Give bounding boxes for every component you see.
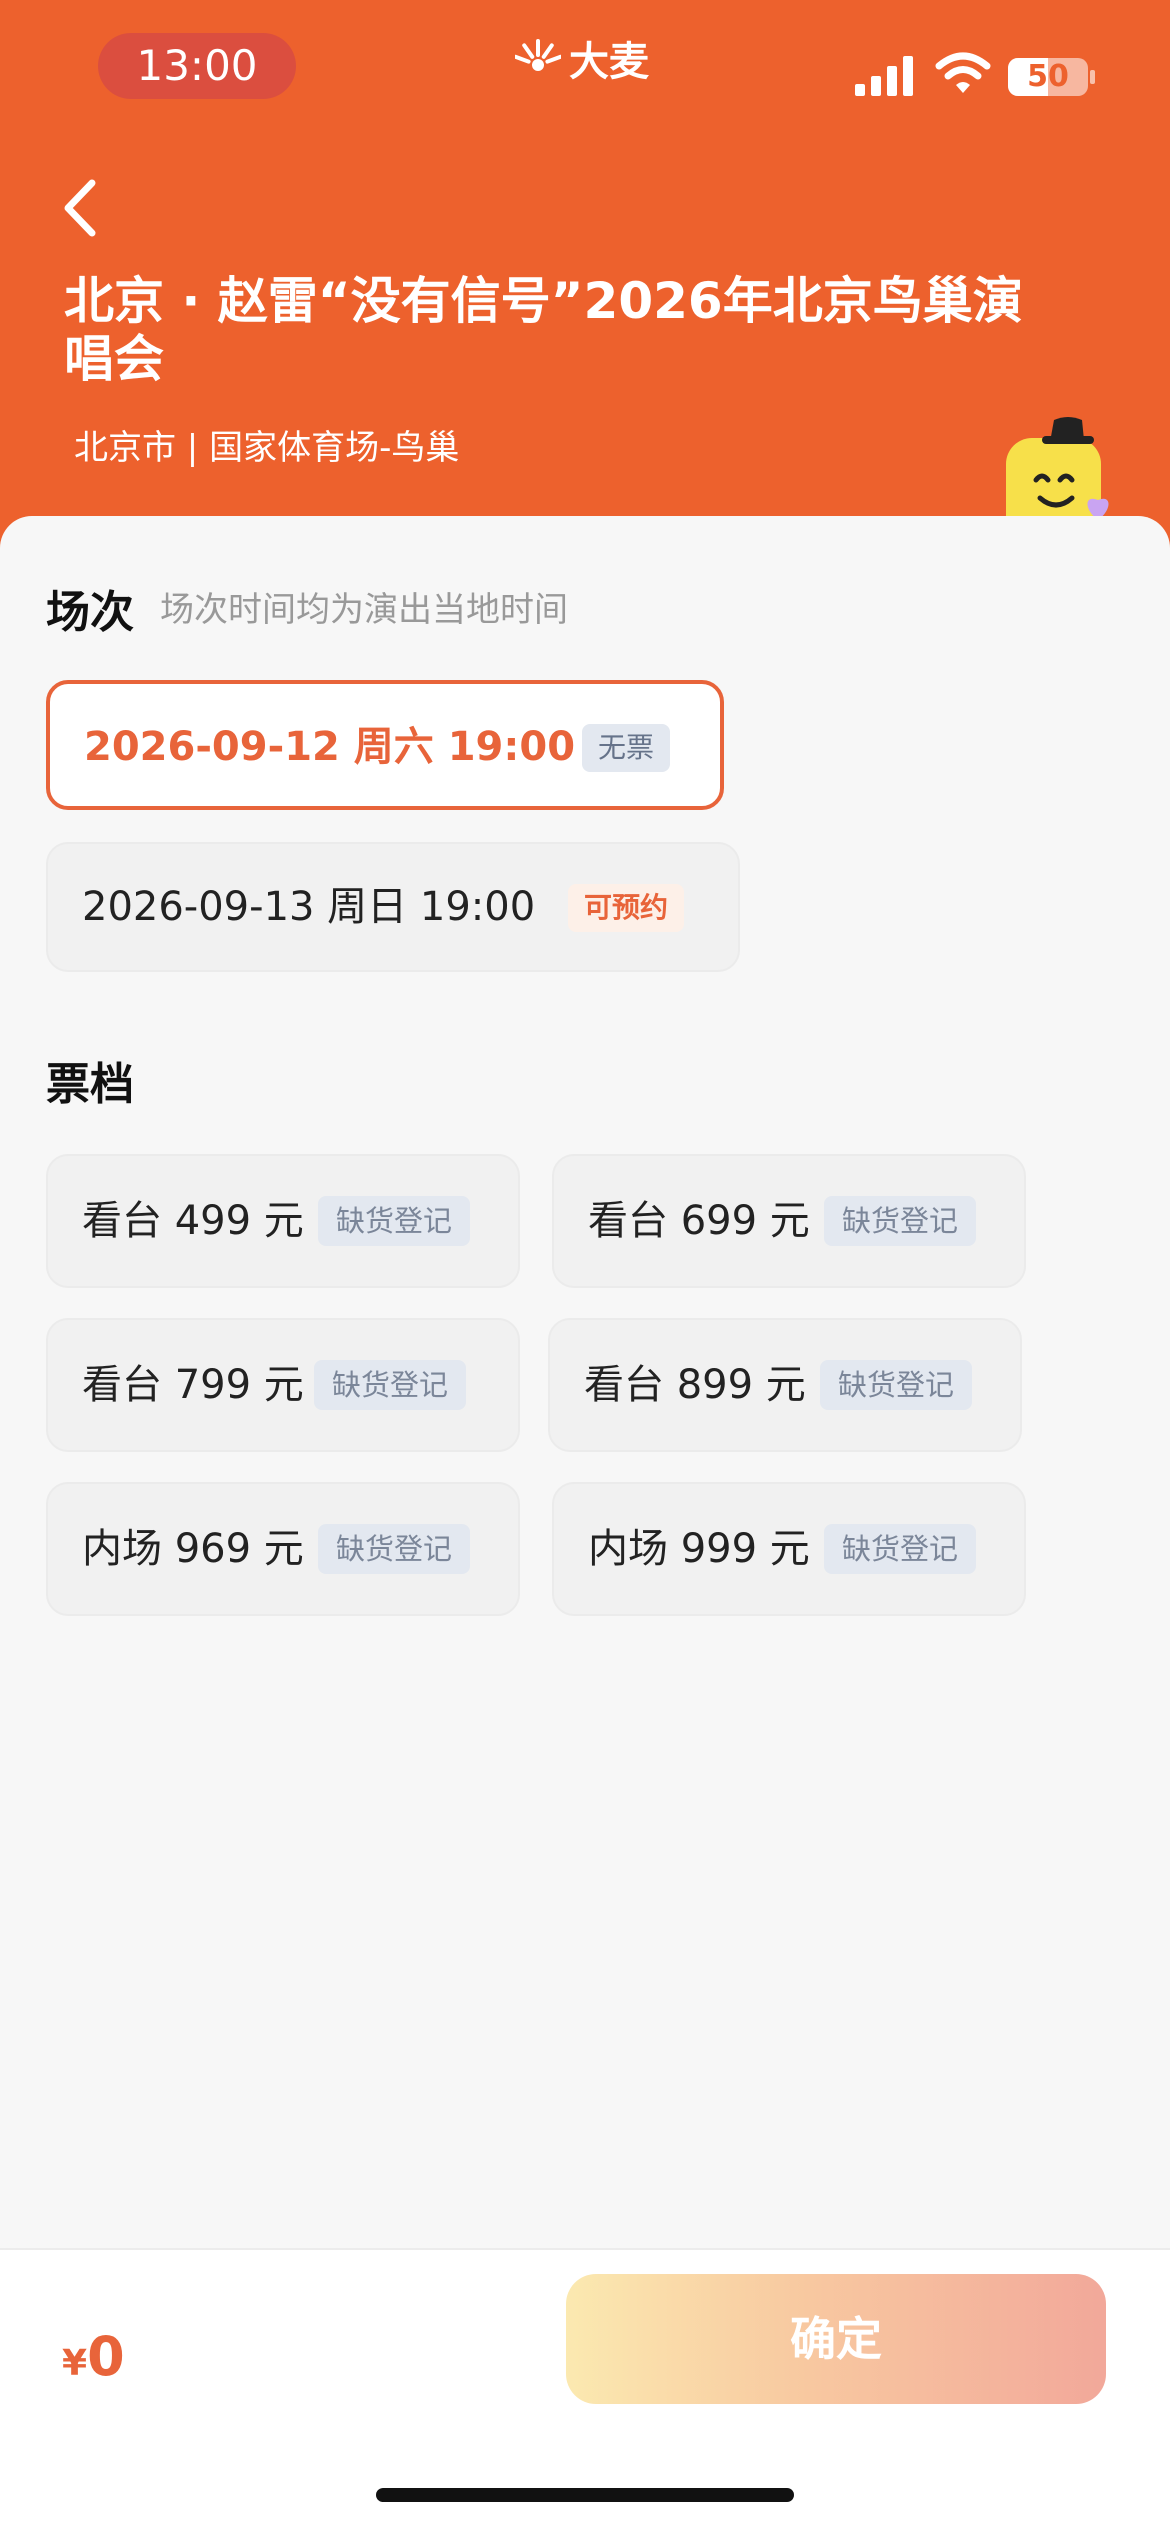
ticket-tier-option[interactable]: 看台 799 元 缺货登记 (46, 1318, 520, 1452)
total-price: ¥0 (62, 2325, 125, 2388)
session-status-badge: 可预约 (568, 884, 685, 932)
ticket-tier-option[interactable]: 看台 499 元 缺货登记 (46, 1154, 520, 1288)
brand-logo: 大麦 (515, 30, 649, 86)
waitlist-badge: 缺货登记 (314, 1360, 467, 1410)
battery-icon: 50 (1008, 58, 1088, 96)
page-title: 北京 · 赵雷“没有信号”2026年北京鸟巢演唱会 (64, 272, 1023, 388)
venue-text: 北京市 | 国家体育场-鸟巢 (74, 428, 460, 468)
session-option-0913[interactable]: 2026-09-13 周日 19:00 可预约 (46, 842, 740, 972)
ticket-tier-option[interactable]: 看台 699 元 缺货登记 (552, 1154, 1026, 1288)
wifi-icon (935, 52, 991, 93)
ticket-tier-label: 看台 899 元 (584, 1362, 806, 1408)
session-status-badge: 无票 (582, 724, 671, 772)
currency-symbol: ¥ (62, 2343, 88, 2384)
confirm-button[interactable]: 确定 (566, 2274, 1106, 2404)
ticket-section-title: 票档 (46, 1059, 134, 1110)
signal-icon (855, 56, 913, 96)
status-bar: 13:00 大麦 50 (0, 0, 1170, 130)
ticket-tier-option[interactable]: 内场 969 元 缺货登记 (46, 1482, 520, 1616)
brand-name: 大麦 (569, 39, 649, 85)
waitlist-badge: 缺货登记 (318, 1196, 471, 1246)
back-button[interactable] (56, 175, 106, 241)
content-sheet: 场次 场次时间均为演出当地时间 2026-09-12 周六 19:00 无票 2… (0, 516, 1170, 2532)
ticket-tier-option[interactable]: 看台 899 元 缺货登记 (548, 1318, 1022, 1452)
ticket-tier-label: 内场 969 元 (82, 1526, 304, 1572)
session-section-hint: 场次时间均为演出当地时间 (160, 590, 568, 630)
brand-logo-icon (515, 39, 561, 71)
home-indicator[interactable] (376, 2488, 794, 2502)
waitlist-badge: 缺货登记 (318, 1524, 471, 1574)
ticket-tier-label: 看台 699 元 (588, 1198, 810, 1244)
battery-level: 50 (1027, 59, 1069, 94)
waitlist-badge: 缺货登记 (820, 1360, 973, 1410)
ticket-tier-label: 看台 499 元 (82, 1198, 304, 1244)
ticket-tier-label: 内场 999 元 (588, 1526, 810, 1572)
back-icon (64, 179, 96, 237)
ticket-tier-option[interactable]: 内场 999 元 缺货登记 (552, 1482, 1026, 1616)
status-time: 13:00 (98, 33, 296, 99)
waitlist-badge: 缺货登记 (824, 1524, 977, 1574)
ticket-tier-label: 看台 799 元 (82, 1362, 304, 1408)
waitlist-badge: 缺货登记 (824, 1196, 977, 1246)
price-value: 0 (87, 2325, 125, 2388)
session-label: 2026-09-13 周日 19:00 (82, 884, 536, 930)
session-option-0912[interactable]: 2026-09-12 周六 19:00 无票 (46, 680, 724, 810)
battery-nub (1090, 70, 1095, 84)
header: 13:00 大麦 50 北京 · 赵雷“没有信号”2026年北京鸟巢演唱会 北京… (0, 0, 1170, 560)
session-label: 2026-09-12 周六 19:00 (84, 724, 576, 770)
session-section-title: 场次 (46, 587, 134, 638)
